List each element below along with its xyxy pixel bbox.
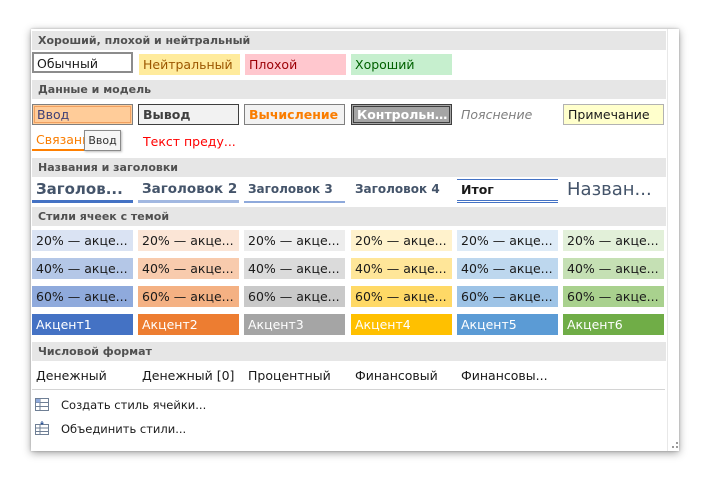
style-title[interactable]: Назван... [563, 179, 664, 203]
style-total[interactable]: Итог [457, 179, 558, 203]
resize-grip-icon[interactable] [671, 441, 679, 449]
section-header-number-format: Числовой формат [32, 342, 666, 361]
style-20-accent-2[interactable]: 20% — акце... [138, 230, 239, 251]
style-20-accent-1[interactable]: 20% — акце... [32, 230, 133, 251]
style-heading-4[interactable]: Заголовок 4 [351, 179, 452, 203]
style-explanatory[interactable]: Пояснение [457, 104, 558, 125]
style-20-accent-3[interactable]: 20% — акце... [244, 230, 345, 251]
style-accent-2[interactable]: Акцент2 [138, 314, 239, 335]
style-currency-0[interactable]: Денежный [0] [138, 365, 239, 386]
style-neutral[interactable]: Нейтральный [139, 54, 240, 75]
style-40-accent-6[interactable]: 40% — акце... [563, 258, 664, 279]
style-comma-0[interactable]: Финансовы... [457, 365, 558, 386]
style-60-accent-6[interactable]: 60% — акце... [563, 286, 664, 307]
style-input[interactable]: Ввод [32, 104, 133, 125]
tooltip: Ввод [84, 130, 121, 151]
new-cell-style-label: Создать стиль ячейки... [61, 398, 207, 412]
menu-divider [32, 389, 665, 390]
style-60-accent-1[interactable]: 60% — акце... [32, 286, 133, 307]
section-header-themed: Стили ячеек с темой [32, 207, 666, 226]
style-calculation[interactable]: Вычисление [244, 104, 345, 125]
style-60-accent-3[interactable]: 60% — акце... [244, 286, 345, 307]
style-good[interactable]: Хороший [351, 54, 452, 75]
style-normal[interactable]: Обычный [32, 52, 133, 73]
style-heading-1[interactable]: Заголов... [32, 179, 133, 203]
style-40-accent-4[interactable]: 40% — акце... [351, 258, 452, 279]
merge-styles-icon [35, 421, 49, 435]
section-header-good-bad: Хороший, плохой и нейтральный [32, 31, 666, 50]
style-currency[interactable]: Денежный [32, 365, 133, 386]
style-60-accent-4[interactable]: 60% — акце... [351, 286, 452, 307]
style-accent-4[interactable]: Акцент4 [351, 314, 452, 335]
section-header-data-model: Данные и модель [32, 80, 666, 99]
style-bad[interactable]: Плохой [245, 54, 346, 75]
style-linked-cell[interactable]: Связанная [32, 130, 90, 151]
style-40-accent-3[interactable]: 40% — акце... [244, 258, 345, 279]
scrollbar[interactable] [667, 29, 679, 451]
style-40-accent-1[interactable]: 40% — акце... [32, 258, 133, 279]
cell-styles-gallery: Хороший, плохой и нейтральный Обычный Не… [31, 29, 679, 451]
style-heading-3[interactable]: Заголовок 3 [244, 179, 345, 203]
merge-styles-label: Объединить стили... [61, 422, 187, 436]
style-percent[interactable]: Процентный [244, 365, 345, 386]
style-check-cell[interactable]: Контрольна... [351, 104, 452, 125]
style-60-accent-2[interactable]: 60% — акце... [138, 286, 239, 307]
style-40-accent-2[interactable]: 40% — акце... [138, 258, 239, 279]
section-header-titles: Названия и заголовки [32, 158, 666, 177]
style-accent-3[interactable]: Акцент3 [244, 314, 345, 335]
style-heading-2[interactable]: Заголовок 2 [138, 179, 239, 203]
style-accent-5[interactable]: Акцент5 [457, 314, 558, 335]
style-note[interactable]: Примечание [563, 104, 664, 125]
style-40-accent-5[interactable]: 40% — акце... [457, 258, 558, 279]
style-comma[interactable]: Финансовый [351, 365, 452, 386]
style-20-accent-6[interactable]: 20% — акце... [563, 230, 664, 251]
style-accent-6[interactable]: Акцент6 [563, 314, 664, 335]
style-60-accent-5[interactable]: 60% — акце... [457, 286, 558, 307]
style-accent-1[interactable]: Акцент1 [32, 314, 133, 335]
style-warning-text[interactable]: Текст преду... [139, 131, 240, 152]
style-output[interactable]: Вывод [138, 104, 239, 125]
new-cell-style-icon [35, 398, 49, 411]
style-20-accent-4[interactable]: 20% — акце... [351, 230, 452, 251]
style-20-accent-5[interactable]: 20% — акце... [457, 230, 558, 251]
